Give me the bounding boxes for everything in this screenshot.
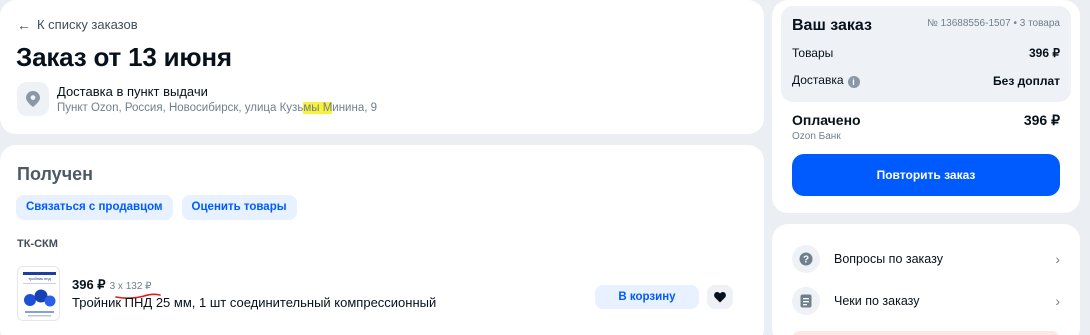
- order-links-card: ? Вопросы по заказу › Чеки по заказу ›: [772, 224, 1080, 335]
- back-link-label: К списку заказов: [37, 17, 138, 32]
- summary-title: Ваш заказ: [792, 17, 872, 34]
- location-pin-icon: [17, 82, 49, 116]
- favorite-button[interactable]: [707, 285, 733, 309]
- question-icon: ?: [792, 245, 820, 273]
- link-label: Чеки по заказу: [834, 294, 920, 308]
- add-to-cart-button[interactable]: В корзину: [595, 285, 699, 309]
- goods-value: 396 ₽: [1029, 46, 1060, 60]
- order-questions-link[interactable]: ? Вопросы по заказу ›: [792, 244, 1060, 274]
- contact-seller-button[interactable]: Связаться с продавцом: [16, 195, 173, 220]
- chevron-right-icon: ›: [1055, 293, 1060, 309]
- delivery-label: Доставка: [792, 73, 844, 87]
- back-to-orders-link[interactable]: ← К списку заказов: [17, 17, 138, 32]
- svg-text:тройник пнд: тройник пнд: [28, 276, 51, 281]
- paid-label: Оплачено: [792, 112, 861, 128]
- address-highlight: мы М: [303, 102, 333, 114]
- partial-banner: [792, 331, 1060, 335]
- shipment-status: Получен: [17, 164, 94, 184]
- pickup-address: Пункт Ozon, Россия, Новосибирск, улица К…: [57, 102, 378, 114]
- item-price: 396 ₽: [72, 277, 106, 292]
- order-header-card: ← К списку заказов Заказ от 13 июня Дост…: [0, 0, 764, 134]
- rate-items-button[interactable]: Оценить товары: [181, 195, 297, 220]
- delivery-info: Доставка в пункт выдачи Пункт Ozon, Росс…: [17, 82, 377, 116]
- arrow-left-icon: ←: [17, 16, 31, 33]
- svg-text:?: ?: [803, 255, 809, 266]
- seller-name[interactable]: ТК-СКМ: [17, 238, 58, 250]
- item-qty-price: 3 x 132 ₽: [109, 281, 152, 292]
- receipt-icon: [792, 287, 820, 315]
- order-number: № 13688556-1507 • 3 товара: [927, 18, 1060, 29]
- order-summary-card: Ваш заказ № 13688556-1507 • 3 товара Тов…: [772, 0, 1080, 213]
- info-icon[interactable]: i: [847, 76, 860, 88]
- delivery-row: Доставка i Без доплат: [792, 73, 1060, 88]
- item-name[interactable]: Тройник ПНД 25 мм, 1 шт соединительный к…: [72, 295, 436, 310]
- goods-label: Товары: [792, 46, 834, 60]
- payment-method: Ozon Банк: [792, 131, 841, 142]
- shipment-card: Получен Связаться с продавцом Оценить то…: [0, 145, 764, 335]
- order-receipts-link[interactable]: Чеки по заказу ›: [792, 286, 1060, 316]
- link-label: Вопросы по заказу: [834, 252, 943, 266]
- delivery-type: Доставка в пункт выдачи: [57, 84, 208, 99]
- delivery-value: Без доплат: [993, 73, 1060, 88]
- paid-total: 396 ₽: [1023, 112, 1060, 128]
- repeat-order-button[interactable]: Повторить заказ: [792, 154, 1060, 196]
- chevron-right-icon: ›: [1055, 251, 1060, 267]
- goods-row: Товары 396 ₽: [792, 46, 1060, 60]
- product-thumbnail[interactable]: тройник пнд: [17, 266, 60, 321]
- page-title: Заказ от 13 июня: [16, 42, 232, 72]
- summary-box: Ваш заказ № 13688556-1507 • 3 товара Тов…: [781, 6, 1071, 102]
- heart-icon: [714, 291, 726, 302]
